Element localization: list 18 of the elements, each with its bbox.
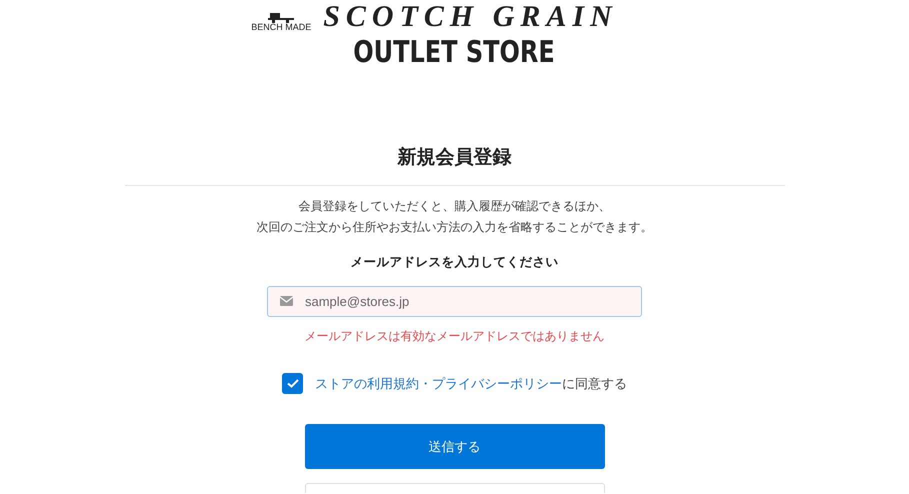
check-icon — [286, 378, 298, 388]
bench-made-text: BENCH MADE — [251, 23, 312, 32]
agree-text: に同意する — [562, 376, 627, 390]
page-title: 新規会員登録 — [398, 148, 512, 167]
submit-button[interactable]: 送信する — [304, 424, 604, 469]
logo-brand: SCOTCH GRAIN — [323, 2, 618, 32]
mail-icon — [280, 296, 293, 306]
agree-checkbox[interactable] — [282, 372, 303, 394]
description-text: 次回のご注文から住所やお支払い方法の入力を省略することができます。 — [256, 219, 652, 235]
terms-link[interactable]: ・ — [419, 376, 432, 390]
email-field[interactable]: sample@stores.jp — [267, 286, 642, 317]
email-label: メールアドレスを入力してください — [350, 254, 558, 271]
terms-link[interactable]: プライバシーポリシー — [432, 376, 562, 390]
error-message: メールアドレスは有効なメールアドレスではありません — [304, 328, 604, 345]
chair-icon — [266, 13, 296, 23]
logo-subtitle: OUTLET STORE — [354, 38, 556, 68]
terms-link[interactable]: ストアの利用規約 — [315, 376, 419, 390]
description-text: 会員登録をしていただくと、購入履歴が確認できるほか、 — [298, 198, 610, 214]
